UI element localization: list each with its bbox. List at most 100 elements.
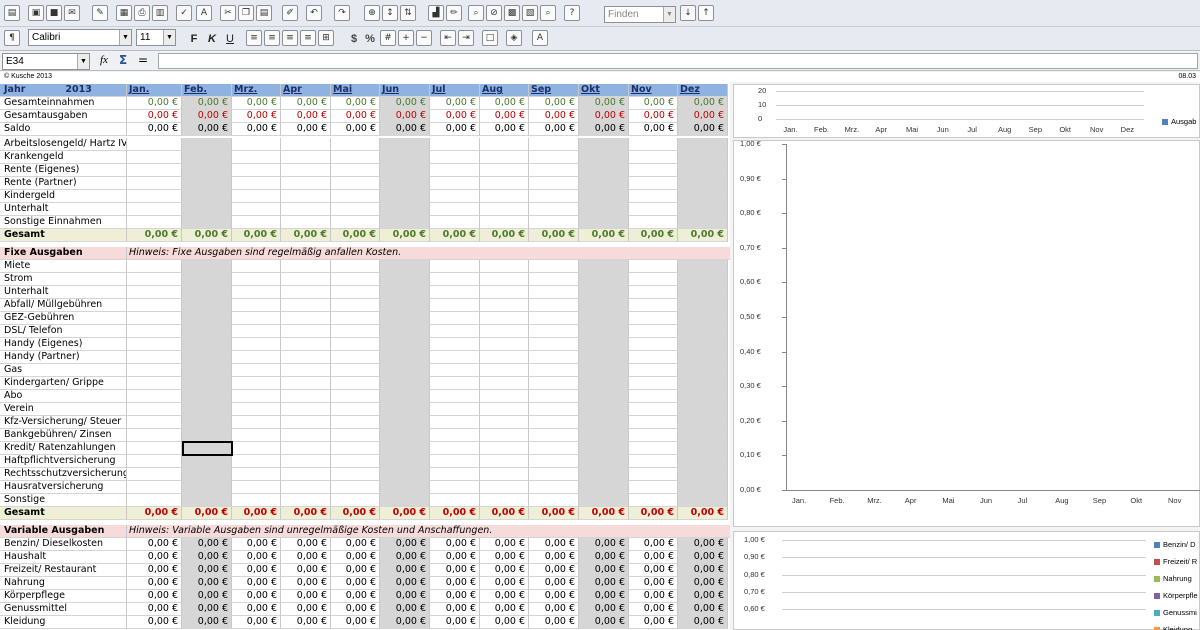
month-cell[interactable] bbox=[182, 312, 232, 325]
month-cell[interactable]: 0,00 € bbox=[480, 97, 529, 110]
month-cell[interactable] bbox=[430, 377, 480, 390]
sort-desc-icon[interactable]: ⇅ bbox=[400, 5, 416, 21]
month-cell[interactable] bbox=[629, 177, 678, 190]
month-cell[interactable] bbox=[430, 286, 480, 299]
month-cell[interactable]: 0,00 € bbox=[232, 538, 281, 551]
month-cell[interactable]: 0,00 € bbox=[127, 229, 182, 242]
month-cell[interactable] bbox=[430, 177, 480, 190]
month-cell[interactable] bbox=[678, 138, 728, 151]
month-cell[interactable] bbox=[127, 190, 182, 203]
month-header[interactable]: Mai bbox=[331, 84, 380, 97]
month-cell[interactable] bbox=[579, 468, 629, 481]
month-cell[interactable]: 0,00 € bbox=[529, 110, 579, 123]
month-cell[interactable] bbox=[678, 299, 728, 312]
month-cell[interactable] bbox=[331, 216, 380, 229]
styles-icon[interactable]: ¶ bbox=[4, 30, 20, 46]
month-cell[interactable] bbox=[281, 260, 331, 273]
find-input[interactable]: Finden ▼ bbox=[604, 6, 676, 23]
month-cell[interactable] bbox=[529, 390, 579, 403]
month-header[interactable]: Jun bbox=[380, 84, 430, 97]
month-cell[interactable] bbox=[182, 494, 232, 507]
month-cell[interactable] bbox=[380, 164, 430, 177]
month-cell[interactable]: 0,00 € bbox=[579, 616, 629, 629]
month-cell[interactable] bbox=[127, 442, 182, 455]
month-cell[interactable] bbox=[529, 403, 579, 416]
navigator-icon[interactable]: ⊘ bbox=[486, 5, 502, 21]
month-cell[interactable] bbox=[678, 364, 728, 377]
month-cell[interactable] bbox=[480, 429, 529, 442]
month-cell[interactable] bbox=[127, 164, 182, 177]
month-cell[interactable] bbox=[182, 299, 232, 312]
month-cell[interactable] bbox=[281, 494, 331, 507]
month-cell[interactable] bbox=[281, 416, 331, 429]
month-cell[interactable] bbox=[182, 260, 232, 273]
month-cell[interactable] bbox=[629, 164, 678, 177]
month-cell[interactable]: 0,00 € bbox=[629, 564, 678, 577]
month-cell[interactable]: 0,00 € bbox=[380, 123, 430, 136]
month-cell[interactable] bbox=[579, 299, 629, 312]
month-cell[interactable] bbox=[127, 299, 182, 312]
month-cell[interactable] bbox=[331, 338, 380, 351]
month-cell[interactable]: 0,00 € bbox=[678, 538, 728, 551]
month-cell[interactable] bbox=[430, 390, 480, 403]
month-cell[interactable] bbox=[529, 338, 579, 351]
month-cell[interactable] bbox=[127, 312, 182, 325]
month-cell[interactable]: 0,00 € bbox=[430, 229, 480, 242]
month-cell[interactable] bbox=[579, 416, 629, 429]
month-cell[interactable] bbox=[232, 190, 281, 203]
month-cell[interactable]: 0,00 € bbox=[281, 97, 331, 110]
month-cell[interactable]: 0,00 € bbox=[579, 110, 629, 123]
month-cell[interactable] bbox=[331, 164, 380, 177]
month-cell[interactable] bbox=[380, 416, 430, 429]
month-cell[interactable] bbox=[127, 403, 182, 416]
month-cell[interactable] bbox=[579, 273, 629, 286]
month-cell[interactable] bbox=[480, 442, 529, 455]
month-cell[interactable] bbox=[678, 494, 728, 507]
month-cell[interactable] bbox=[678, 325, 728, 338]
month-cell[interactable] bbox=[232, 312, 281, 325]
month-cell[interactable] bbox=[281, 429, 331, 442]
function-wizard-button[interactable]: fx bbox=[100, 54, 108, 66]
month-cell[interactable] bbox=[678, 177, 728, 190]
month-cell[interactable]: 0,00 € bbox=[629, 603, 678, 616]
align-right-icon[interactable]: ≡ bbox=[282, 30, 298, 46]
save-icon[interactable]: ■ bbox=[46, 5, 62, 21]
month-cell[interactable] bbox=[127, 138, 182, 151]
month-cell[interactable] bbox=[182, 351, 232, 364]
month-cell[interactable]: 0,00 € bbox=[579, 577, 629, 590]
month-cell[interactable] bbox=[232, 286, 281, 299]
undo-icon[interactable]: ↶ bbox=[306, 5, 322, 21]
month-cell[interactable]: 0,00 € bbox=[678, 564, 728, 577]
month-cell[interactable]: 0,00 € bbox=[480, 577, 529, 590]
month-cell[interactable]: 0,00 € bbox=[480, 110, 529, 123]
month-cell[interactable]: 0,00 € bbox=[579, 507, 629, 520]
month-cell[interactable] bbox=[232, 325, 281, 338]
month-cell[interactable] bbox=[480, 177, 529, 190]
month-cell[interactable]: 0,00 € bbox=[529, 551, 579, 564]
month-cell[interactable] bbox=[629, 260, 678, 273]
month-cell[interactable]: 0,00 € bbox=[629, 507, 678, 520]
month-cell[interactable]: 0,00 € bbox=[678, 229, 728, 242]
month-cell[interactable]: 0,00 € bbox=[480, 551, 529, 564]
month-cell[interactable] bbox=[182, 338, 232, 351]
month-cell[interactable] bbox=[430, 364, 480, 377]
month-cell[interactable] bbox=[232, 351, 281, 364]
month-cell[interactable]: 0,00 € bbox=[380, 97, 430, 110]
month-cell[interactable] bbox=[331, 351, 380, 364]
month-cell[interactable] bbox=[331, 377, 380, 390]
month-cell[interactable]: 0,00 € bbox=[182, 551, 232, 564]
italic-button[interactable]: K bbox=[204, 31, 220, 47]
month-cell[interactable] bbox=[380, 190, 430, 203]
month-cell[interactable] bbox=[579, 442, 629, 455]
month-cell[interactable]: 0,00 € bbox=[331, 110, 380, 123]
month-cell[interactable] bbox=[380, 481, 430, 494]
month-cell[interactable]: 0,00 € bbox=[678, 590, 728, 603]
new-icon[interactable]: ▤ bbox=[4, 5, 20, 21]
month-cell[interactable]: 0,00 € bbox=[579, 590, 629, 603]
month-cell[interactable]: 0,00 € bbox=[380, 507, 430, 520]
month-cell[interactable]: 0,00 € bbox=[331, 590, 380, 603]
month-cell[interactable]: 0,00 € bbox=[380, 110, 430, 123]
month-cell[interactable] bbox=[182, 468, 232, 481]
month-cell[interactable] bbox=[281, 468, 331, 481]
month-cell[interactable] bbox=[127, 468, 182, 481]
